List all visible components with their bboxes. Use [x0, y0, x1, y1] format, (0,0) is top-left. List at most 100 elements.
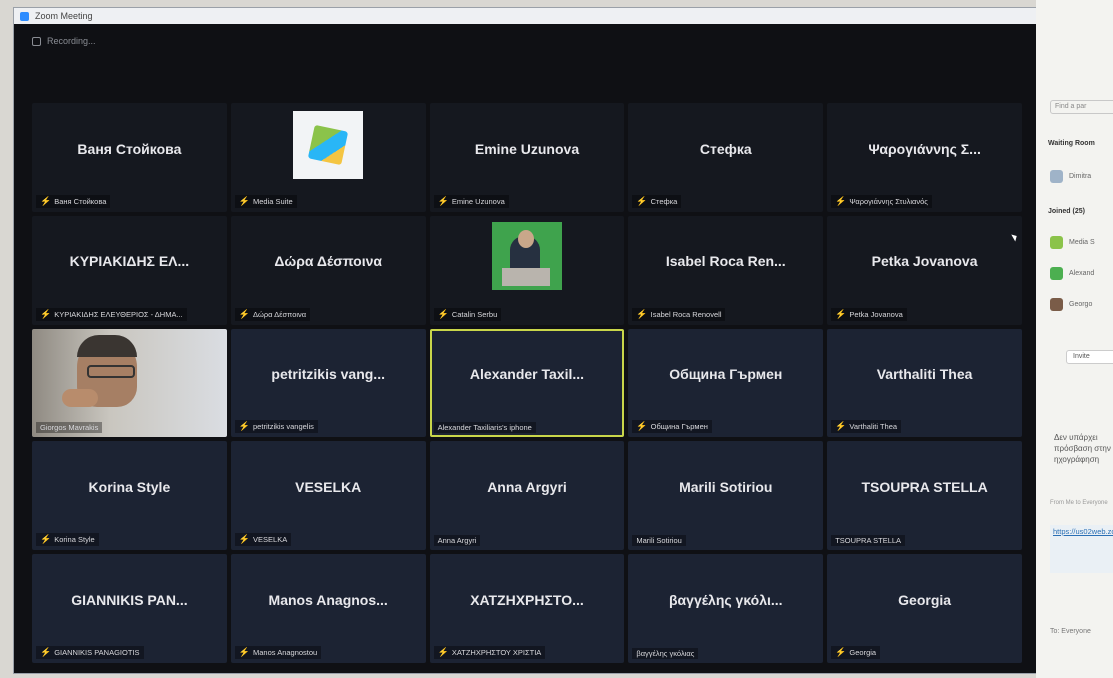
participant-label: ⚡ Varthaliti Thea: [831, 420, 902, 434]
participant-label: Anna Argyri: [433, 535, 481, 547]
avatar: [1050, 236, 1063, 249]
mic-muted-icon: ⚡: [238, 195, 251, 206]
waiting-room-heading: Waiting Room: [1048, 140, 1095, 147]
participant-name: VESELKA: [295, 479, 362, 496]
mic-muted-icon: ⚡: [437, 195, 449, 206]
participant-tile[interactable]: ⚡ Catalin Serbu: [429, 215, 625, 325]
chat-meta: From Me to Everyone: [1050, 500, 1108, 506]
mic-muted-icon: ⚡: [636, 308, 648, 319]
zoom-window: Zoom Meeting Recording... Ваня Стойкова …: [14, 8, 1036, 673]
participant-name: petritzikis vang...: [271, 366, 385, 383]
participant-label: TSOUPRA STELLA: [831, 535, 906, 547]
mic-muted-icon: ⚡: [40, 195, 52, 206]
participant-name: Emine Uzunova: [474, 140, 580, 157]
participant-list-item[interactable]: Georgo: [1050, 298, 1092, 311]
chat-message: Δεν υπάρχει πρόσβαση στην ηχογράφηση: [1054, 433, 1111, 464]
mic-muted-icon: ⚡: [835, 308, 847, 319]
mic-muted-icon: ⚡: [835, 647, 847, 657]
mic-muted-icon: ⚡: [437, 308, 449, 319]
participant-label: ⚡ Δώρα Δέσποινα: [234, 307, 311, 321]
participant-name: Manos Anagnos...: [268, 591, 388, 608]
participant-tile[interactable]: Varthaliti Thea ⚡ Varthaliti Thea: [827, 328, 1022, 438]
participant-name: Korina Style: [88, 479, 171, 496]
participant-label: ⚡ Catalin Serbu: [433, 307, 502, 321]
participant-tile[interactable]: Manos Anagnos... ⚡ Manos Anagnostou: [230, 554, 426, 663]
active-speaker-tile[interactable]: Alexander Taxil... Alexander Taxiliaris'…: [429, 328, 625, 438]
participant-label: ⚡ Emine Uzunova: [433, 194, 509, 208]
participant-label: ⚡ ΧΑΤΖΗΧΡΗΣΤΟΥ ΧΡΙΣΤΙΑ: [433, 646, 546, 659]
participant-tile[interactable]: Ваня Стойкова ⚡ Ваня Стойкова: [32, 103, 227, 212]
participants-panel: Find a par Waiting Room Dimitra Joined (…: [1036, 0, 1113, 678]
participant-label: ⚡ Стефка: [632, 194, 682, 208]
participant-tile[interactable]: ⚡ Media Suite: [230, 103, 426, 212]
participant-label: βαγγέλης γκόλιας: [632, 648, 699, 659]
participant-gallery: Ваня Стойкова ⚡ Ваня Стойкова ⚡ Media Suit…: [32, 103, 1022, 663]
participant-label: ⚡ GIANNIKIS PANAGIOTIS: [36, 646, 144, 659]
mic-muted-icon: ⚡: [437, 647, 449, 657]
mic-muted-icon: ⚡: [238, 647, 251, 657]
participant-label: ⚡ Manos Anagnostou: [234, 646, 322, 659]
participant-search-input[interactable]: Find a par: [1050, 100, 1113, 114]
participant-tile[interactable]: βαγγέλης γκόλι... βαγγέλης γκόλιας: [628, 554, 824, 663]
participant-name: TSOUPRA STELLA: [861, 479, 988, 496]
invite-button[interactable]: Invite: [1066, 350, 1113, 364]
participant-label: Giorgos Mavrakis: [36, 422, 103, 434]
participant-tile[interactable]: GIANNIKIS PAN... ⚡ GIANNIKIS PANAGIOTIS: [32, 554, 227, 663]
participant-tile[interactable]: Marili Sotiriou Marili Sotiriou: [628, 441, 824, 551]
participant-tile[interactable]: Petka Jovanova ⚡ Petka Jovanova: [827, 215, 1022, 325]
joined-heading: Joined (25): [1048, 208, 1085, 215]
participant-tile[interactable]: Isabel Roca Ren... ⚡ Isabel Roca Renovell: [628, 215, 824, 325]
participant-tile[interactable]: VESELKA ⚡ VESELKA: [230, 441, 426, 551]
participant-name: Стефка: [699, 140, 752, 157]
mic-muted-icon: ⚡: [40, 308, 52, 319]
participant-name: Δώρα Δέσποινα: [274, 253, 383, 270]
recording-indicator[interactable]: Recording...: [32, 36, 96, 46]
avatar: [1050, 267, 1063, 280]
mic-muted-icon: ⚡: [40, 647, 52, 657]
mic-muted-icon: ⚡: [835, 195, 847, 206]
participant-list-item[interactable]: Media S: [1050, 236, 1095, 249]
participant-tile[interactable]: petritzikis vang... ⚡ petritzikis vangeli…: [230, 328, 426, 438]
participant-name: Isabel Roca Ren...: [665, 253, 786, 270]
participant-label: ⚡ Petka Jovanova: [831, 307, 907, 321]
participant-tile[interactable]: TSOUPRA STELLA TSOUPRA STELLA: [827, 441, 1022, 551]
participant-tile[interactable]: ΧΑΤΖΗΧΡΗΣΤΟ... ⚡ ΧΑΤΖΗΧΡΗΣΤΟΥ ΧΡΙΣΤΙΑ: [429, 554, 625, 663]
avatar: [1050, 170, 1063, 183]
participant-tile[interactable]: Δώρα Δέσποινα ⚡ Δώρα Δέσποινα: [230, 215, 426, 325]
participant-label: ⚡ Korina Style: [36, 533, 99, 547]
participant-tile[interactable]: ΚΥΡΙΑΚΙΔΗΣ ΕΛ... ⚡ ΚΥΡΙΑΚΙΔΗΣ ΕΛΕΥΘΕΡΙΟΣ …: [32, 215, 227, 325]
participant-name: Petka Jovanova: [871, 253, 978, 270]
participant-tile[interactable]: Emine Uzunova ⚡ Emine Uzunova: [429, 103, 625, 212]
participant-name: ΚΥΡΙΑΚΙΔΗΣ ΕΛ...: [69, 253, 190, 270]
participant-tile[interactable]: Стефка ⚡ Стефка: [628, 103, 824, 212]
participant-tile[interactable]: Giorgos Mavrakis: [32, 328, 227, 438]
mic-muted-icon: ⚡: [636, 195, 648, 206]
mic-muted-icon: ⚡: [40, 534, 52, 545]
participant-video: [491, 221, 562, 290]
title-bar: Zoom Meeting: [14, 8, 1036, 24]
chat-recipient-select[interactable]: To: Everyone: [1050, 628, 1091, 635]
mic-muted-icon: ⚡: [238, 308, 251, 319]
chat-link[interactable]: https://us02web.zoom.us/j/8: [1050, 525, 1113, 573]
participant-name: GIANNIKIS PAN...: [71, 591, 188, 608]
avatar: [1050, 298, 1063, 311]
participant-tile[interactable]: Ψαρογιάννης Σ... ⚡ Ψαρογιάννης Στυλιανός: [827, 103, 1022, 212]
participant-video: [32, 328, 227, 438]
zoom-app-icon: [20, 11, 29, 21]
mic-muted-icon: ⚡: [238, 534, 251, 545]
record-icon: [32, 36, 41, 46]
participant-tile[interactable]: Anna Argyri Anna Argyri: [429, 441, 625, 551]
participant-tile[interactable]: Korina Style ⚡ Korina Style: [32, 441, 227, 551]
participant-tile[interactable]: Община Гърмен ⚡ Община Гърмен: [628, 328, 824, 438]
participant-list-item[interactable]: Alexand: [1050, 267, 1094, 280]
participant-name: Alexander Taxil...: [469, 366, 585, 383]
waiting-room-item[interactable]: Dimitra: [1050, 170, 1091, 183]
participant-label: Marili Sotiriou: [632, 535, 686, 547]
participant-label: ⚡ VESELKA: [234, 533, 292, 547]
participant-name: ΧΑΤΖΗΧΡΗΣΤΟ...: [470, 591, 584, 608]
participant-tile[interactable]: Georgia ⚡ Georgia: [827, 554, 1022, 663]
participant-name: Marili Sotiriou: [679, 479, 773, 496]
participant-label: ⚡ Ψαρογιάννης Στυλιανός: [831, 194, 932, 208]
recording-label: Recording...: [47, 36, 96, 46]
participant-name: βαγγέλης γκόλι...: [669, 591, 783, 608]
